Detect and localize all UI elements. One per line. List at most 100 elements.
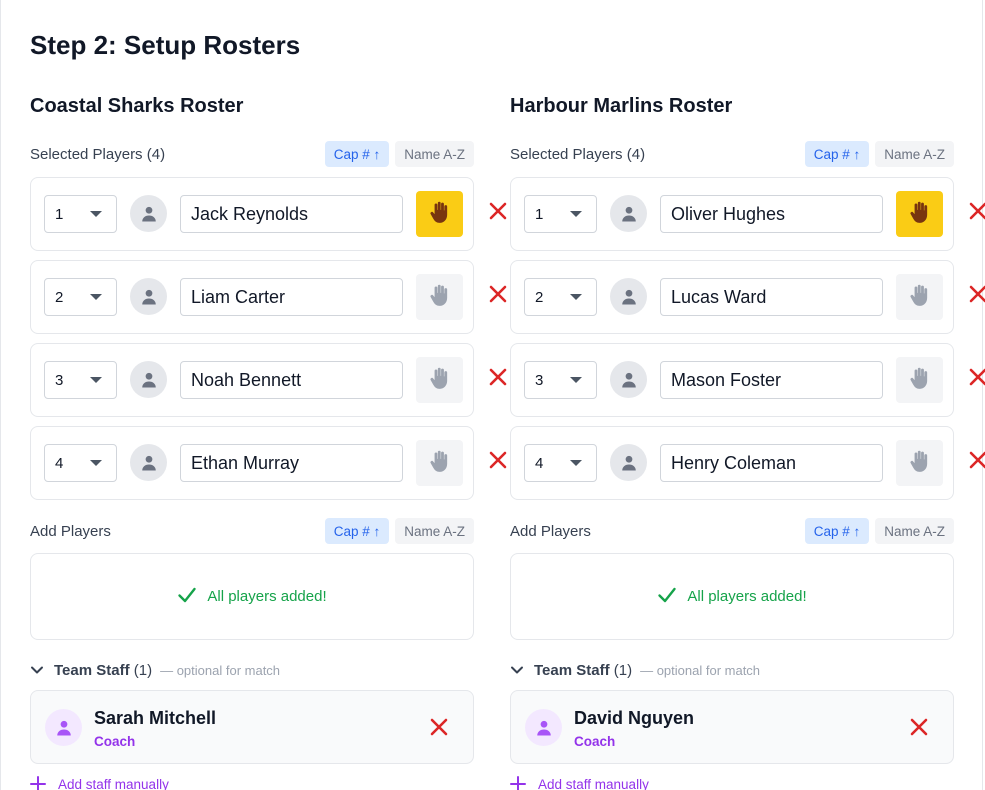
remove-player-icon[interactable]: [967, 449, 985, 471]
player-name-input[interactable]: [660, 278, 883, 316]
sort-name-button[interactable]: Name A-Z: [875, 518, 954, 544]
player-number: 2: [535, 288, 544, 306]
player-card: 1: [30, 177, 474, 251]
team-staff-toggle[interactable]: Team Staff (1) — optional for match: [510, 658, 760, 682]
player-name-input[interactable]: [660, 195, 883, 233]
hand-icon: [907, 448, 933, 479]
captain-toggle-button[interactable]: [896, 274, 943, 320]
check-icon: [177, 585, 197, 609]
selected-players-label: Selected Players (4): [30, 145, 166, 163]
team-staff-title: Team Staff (1): [534, 662, 632, 679]
team-roster-title: Coastal Sharks Roster: [30, 95, 244, 117]
team-staff-toggle[interactable]: Team Staff (1) — optional for match: [30, 658, 280, 682]
staff-name: David Nguyen: [574, 708, 695, 728]
team-staff-count: (1): [613, 661, 633, 679]
caret-down-icon: [570, 294, 582, 300]
hand-icon: [427, 199, 453, 230]
sort-cap-button[interactable]: Cap # ↑: [804, 518, 870, 544]
player-number-select[interactable]: 1: [44, 195, 117, 233]
caret-down-icon: [570, 377, 582, 383]
sort-cap-button[interactable]: Cap # ↑: [804, 141, 870, 167]
player-card: 4: [510, 426, 954, 500]
person-icon: [610, 361, 647, 398]
captain-toggle-button[interactable]: [896, 191, 943, 237]
person-icon: [610, 444, 647, 481]
remove-player-icon[interactable]: [967, 200, 985, 222]
all-players-added-panel: All players added!: [510, 553, 954, 640]
player-number: 3: [535, 371, 544, 389]
plus-icon: [510, 776, 526, 790]
player-number: 1: [55, 205, 64, 223]
add-players-label: Add Players: [510, 522, 591, 540]
staff-role: Coach: [94, 734, 136, 749]
captain-toggle-button[interactable]: [416, 191, 463, 237]
add-staff-label: Add staff manually: [538, 776, 649, 790]
person-icon: [610, 278, 647, 315]
player-name-input[interactable]: [660, 361, 883, 399]
team-staff-title: Team Staff (1): [54, 662, 152, 679]
sort-controls: Cap # ↑ Name A-Z: [324, 141, 474, 167]
team-column: Harbour Marlins Roster Selected Players (…: [510, 0, 985, 790]
remove-player-icon[interactable]: [487, 449, 509, 471]
remove-staff-icon[interactable]: [428, 716, 450, 738]
sort-name-button[interactable]: Name A-Z: [395, 141, 474, 167]
player-number-select[interactable]: 4: [44, 444, 117, 482]
add-players-header: Add Players Cap # ↑ Name A-Z: [30, 518, 474, 544]
team-staff-label: Team Staff: [534, 661, 610, 679]
team-staff-optional-note: — optional for match: [160, 662, 281, 678]
remove-player-icon[interactable]: [487, 283, 509, 305]
caret-down-icon: [90, 211, 102, 217]
sort-name-button[interactable]: Name A-Z: [875, 141, 954, 167]
sort-cap-button[interactable]: Cap # ↑: [324, 518, 390, 544]
all-players-added-text: All players added!: [687, 588, 807, 605]
player-number-select[interactable]: 2: [524, 278, 597, 316]
remove-staff-icon[interactable]: [908, 716, 930, 738]
selected-players-label: Selected Players (4): [510, 145, 646, 163]
player-number-select[interactable]: 2: [44, 278, 117, 316]
person-icon: [610, 195, 647, 232]
player-card: 4: [30, 426, 474, 500]
all-players-added-panel: All players added!: [30, 553, 474, 640]
player-number-select[interactable]: 3: [524, 361, 597, 399]
captain-toggle-button[interactable]: [416, 357, 463, 403]
player-name-input[interactable]: [180, 278, 403, 316]
person-icon: [130, 361, 167, 398]
player-card: 3: [510, 343, 954, 417]
caret-down-icon: [90, 460, 102, 466]
captain-toggle-button[interactable]: [896, 357, 943, 403]
player-name-input[interactable]: [180, 195, 403, 233]
person-icon: [130, 278, 167, 315]
player-name-input[interactable]: [180, 444, 403, 482]
staff-name: Sarah Mitchell: [94, 708, 217, 728]
team-roster-title: Harbour Marlins Roster: [510, 95, 733, 117]
captain-toggle-button[interactable]: [416, 274, 463, 320]
player-card: 3: [30, 343, 474, 417]
captain-toggle-button[interactable]: [896, 440, 943, 486]
person-icon: [130, 195, 167, 232]
captain-toggle-button[interactable]: [416, 440, 463, 486]
add-staff-manually-link[interactable]: Add staff manually: [30, 776, 169, 790]
add-staff-manually-link[interactable]: Add staff manually: [510, 776, 649, 790]
remove-player-icon[interactable]: [967, 283, 985, 305]
player-name-input[interactable]: [180, 361, 403, 399]
sort-cap-button[interactable]: Cap # ↑: [324, 141, 390, 167]
player-number-select[interactable]: 3: [44, 361, 117, 399]
sort-name-button[interactable]: Name A-Z: [395, 518, 474, 544]
player-name-input[interactable]: [660, 444, 883, 482]
remove-player-icon[interactable]: [487, 200, 509, 222]
team-staff-label: Team Staff: [54, 661, 130, 679]
hand-icon: [907, 365, 933, 396]
remove-player-icon[interactable]: [487, 366, 509, 388]
player-number-select[interactable]: 1: [524, 195, 597, 233]
person-icon: [130, 444, 167, 481]
player-number: 3: [55, 371, 64, 389]
player-number-select[interactable]: 4: [524, 444, 597, 482]
staff-card: Sarah Mitchell Coach: [30, 690, 474, 764]
caret-down-icon: [90, 294, 102, 300]
remove-player-icon[interactable]: [967, 366, 985, 388]
hand-icon: [427, 448, 453, 479]
person-icon: [45, 709, 82, 746]
check-icon: [657, 585, 677, 609]
add-players-header: Add Players Cap # ↑ Name A-Z: [510, 518, 954, 544]
player-card: 2: [30, 260, 474, 334]
